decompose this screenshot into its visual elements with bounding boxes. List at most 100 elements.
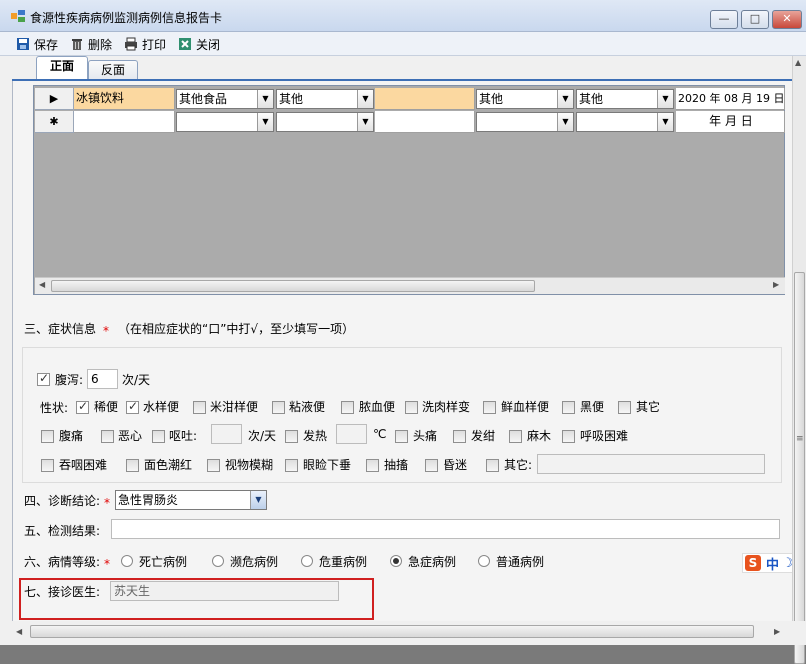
close-button[interactable]: 关闭 — [178, 35, 220, 53]
checkbox-cyanosis[interactable] — [453, 430, 466, 443]
checkbox-watery-stool[interactable] — [126, 399, 139, 414]
diagnosis-label: 四、诊断结论: — [24, 494, 101, 508]
dropdown-arrow-icon[interactable]: ▼ — [657, 113, 673, 131]
tab-front[interactable]: 正面 — [36, 56, 88, 80]
label-numbness: 麻木 — [527, 429, 552, 443]
delete-button[interactable]: 删除 — [70, 35, 112, 53]
checkbox-dysphagia[interactable] — [41, 459, 54, 472]
dropdown-arrow-icon[interactable]: ▼ — [357, 90, 373, 108]
chevron-down-icon[interactable]: ▼ — [250, 491, 266, 509]
printer-icon — [125, 37, 137, 51]
dropdown-arrow-icon[interactable]: ▼ — [657, 90, 673, 108]
scroll-right-icon[interactable]: ▶ — [773, 280, 779, 289]
radio-acute[interactable] — [390, 555, 402, 567]
checkbox-flushing[interactable] — [126, 459, 139, 472]
label-death: 死亡病例 — [139, 555, 188, 569]
scroll-left-icon[interactable]: ◀ — [16, 627, 22, 636]
grid-combo-place-new[interactable]: ▼ — [476, 112, 574, 132]
checkbox-fresh-blood-stool[interactable] — [483, 401, 496, 414]
scroll-thumb[interactable] — [794, 272, 805, 664]
dropdown-arrow-icon[interactable]: ▼ — [357, 113, 373, 131]
grid-cell-date-new[interactable]: 年 月 日 — [676, 111, 785, 133]
grid-cell-brand-new[interactable] — [375, 111, 475, 133]
label-fever: 发热 — [303, 429, 328, 443]
checkbox-loose-stool[interactable] — [76, 399, 89, 414]
checkbox-mucus-stool[interactable] — [272, 401, 285, 414]
scroll-thumb[interactable] — [51, 280, 535, 292]
scroll-left-icon[interactable]: ◀ — [39, 280, 45, 289]
checkbox-ptosis[interactable] — [285, 459, 298, 472]
checkbox-bloody-pus-stool[interactable] — [341, 401, 354, 414]
checkbox-dyspnea[interactable] — [562, 430, 575, 443]
scroll-thumb[interactable] — [30, 625, 754, 638]
checkbox-coma[interactable] — [425, 459, 438, 472]
doctor-label: 七、接诊医生: — [24, 585, 101, 599]
checkbox-rice-water-stool[interactable] — [193, 401, 206, 414]
grid-cell-brand[interactable] — [375, 88, 475, 110]
diagnosis-value: 急性胃肠炎 — [118, 493, 179, 507]
scroll-up-icon[interactable]: ▲ — [795, 58, 801, 67]
checkbox-convulsion[interactable] — [366, 459, 379, 472]
grid-combo-location-new[interactable]: ▼ — [576, 112, 674, 132]
dropdown-arrow-icon[interactable]: ▼ — [257, 113, 273, 131]
test-result-input[interactable] — [111, 519, 780, 539]
food-grid: ▶ 冰镇饮料 其他食品 ▼ 其他 ▼ 其他 ▼ 其他 ▼ 2020 年 08 月 19 … — [33, 85, 785, 295]
radio-critical[interactable] — [301, 555, 313, 567]
grid-combo-processing-new[interactable]: ▼ — [276, 112, 374, 132]
row-indicator-current[interactable]: ▶ — [35, 88, 74, 110]
maximize-button[interactable]: □ — [741, 10, 769, 29]
dropdown-arrow-icon[interactable]: ▼ — [257, 90, 273, 108]
diagnosis-select[interactable]: 急性胃肠炎 ▼ — [115, 490, 267, 510]
close-window-button[interactable]: ✕ — [772, 10, 802, 29]
label-black-stool: 黑便 — [580, 400, 605, 414]
grid-combo-location[interactable]: 其他 ▼ — [576, 89, 674, 109]
radio-dying[interactable] — [212, 555, 224, 567]
grid-combo-place[interactable]: 其他 ▼ — [476, 89, 574, 109]
grid-combo-processing[interactable]: 其他 ▼ — [276, 89, 374, 109]
vertical-scrollbar[interactable]: ▲ ≡ — [792, 56, 806, 664]
label-ptosis: 眼睑下垂 — [303, 458, 352, 472]
checkbox-nausea[interactable] — [101, 430, 114, 443]
row-indicator-new[interactable]: ✱ — [35, 111, 74, 133]
scroll-right-icon[interactable]: ▶ — [774, 627, 780, 636]
checkbox-abdominal-pain[interactable] — [41, 430, 54, 443]
grid-cell-food-new[interactable] — [74, 111, 175, 133]
checkbox-other-symptom[interactable] — [486, 459, 499, 472]
diarrhea-count-input[interactable]: 6 — [87, 369, 118, 389]
diarrhea-checkbox[interactable] — [37, 371, 50, 386]
grid-combo-value: 其他 — [479, 92, 504, 106]
vomit-count-input[interactable] — [211, 424, 242, 444]
grid-cell-date[interactable]: 2020 年 08 月 19 日 — [676, 88, 785, 110]
label-coma: 昏迷 — [443, 458, 468, 472]
doctor-input[interactable]: 苏天生 — [110, 581, 339, 601]
fever-temp-input[interactable] — [336, 424, 367, 444]
minimize-button[interactable]: — — [710, 10, 738, 29]
checkbox-numbness[interactable] — [509, 430, 522, 443]
grid-combo-category-new[interactable]: ▼ — [176, 112, 274, 132]
checkbox-black-stool[interactable] — [562, 401, 575, 414]
grid-horizontal-scrollbar[interactable]: ◀ ▶ — [35, 277, 785, 294]
checkbox-meat-wash-stool[interactable] — [405, 401, 418, 414]
checkbox-other-stool[interactable] — [618, 401, 631, 414]
maximize-icon: □ — [749, 12, 761, 25]
ime-mode[interactable]: 中 — [766, 554, 779, 573]
save-button[interactable]: 保存 — [16, 35, 58, 53]
diarrhea-unit: 次/天 — [122, 373, 151, 387]
label-other-symptom: 其它: — [504, 458, 533, 472]
grid-combo-value: 其他 — [579, 92, 604, 106]
grid-combo-category[interactable]: 其他食品 ▼ — [176, 89, 274, 109]
dropdown-arrow-icon[interactable]: ▼ — [557, 90, 573, 108]
checkbox-fever[interactable] — [285, 430, 298, 443]
label-common: 普通病例 — [496, 555, 545, 569]
radio-death[interactable] — [121, 555, 133, 567]
other-symptom-input[interactable] — [537, 454, 765, 474]
checkbox-headache[interactable] — [395, 430, 408, 443]
checkbox-blurred-vision[interactable] — [207, 459, 220, 472]
tab-back[interactable]: 反面 — [88, 60, 138, 80]
grid-cell-food[interactable]: 冰镇饮料 — [74, 88, 175, 110]
checkbox-vomit[interactable] — [152, 430, 165, 443]
print-button[interactable]: 打印 — [124, 35, 166, 53]
dropdown-arrow-icon[interactable]: ▼ — [557, 113, 573, 131]
bottom-scrollbar[interactable]: ◀ ▶ — [0, 621, 806, 645]
radio-common[interactable] — [478, 555, 490, 567]
